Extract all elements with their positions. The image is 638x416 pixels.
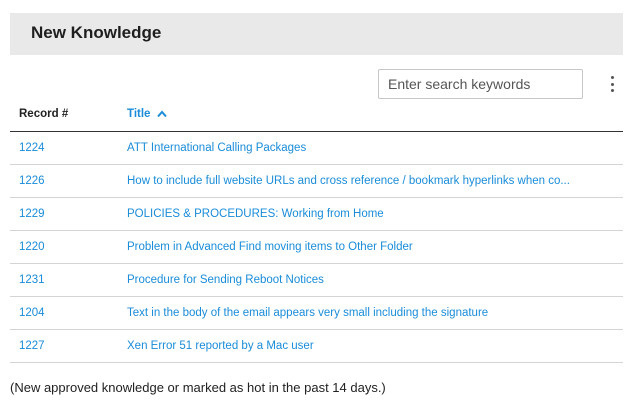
record-number-link[interactable]: 1220 (19, 241, 45, 253)
table-header: Record # Title (10, 102, 623, 132)
record-number-link[interactable]: 1227 (19, 340, 45, 352)
panel-header: New Knowledge (10, 13, 623, 55)
column-header-title[interactable]: Title (127, 108, 168, 120)
table-row[interactable]: 1220 Problem in Advanced Find moving item… (10, 231, 623, 264)
vertical-dots-icon[interactable] (607, 76, 617, 92)
chevron-up-icon (157, 110, 168, 118)
record-number-link[interactable]: 1226 (19, 175, 45, 187)
record-title-link[interactable]: Procedure for Sending Reboot Notices (127, 274, 597, 286)
record-title-link[interactable]: Xen Error 51 reported by a Mac user (127, 340, 597, 352)
page-title: New Knowledge (31, 23, 162, 42)
table-body: 1224 ATT International Calling Packages 12… (10, 132, 623, 363)
table-row[interactable]: 1229 POLICIES & PROCEDURES: Working from … (10, 198, 623, 231)
record-number-link[interactable]: 1229 (19, 208, 45, 220)
record-title-link[interactable]: Text in the body of the email appears ve… (127, 307, 597, 319)
table-row[interactable]: 1204 Text in the body of the email appear… (10, 297, 623, 330)
record-number-link[interactable]: 1231 (19, 274, 45, 286)
record-title-link[interactable]: ATT International Calling Packages (127, 142, 597, 154)
record-number-link[interactable]: 1204 (19, 307, 45, 319)
table-row[interactable]: 1227 Xen Error 51 reported by a Mac user (10, 330, 623, 363)
table-row[interactable]: 1226 How to include full website URLs and… (10, 165, 623, 198)
knowledge-table: Record # Title 1224 ATT International Cal… (10, 102, 623, 363)
table-row[interactable]: 1224 ATT International Calling Packages (10, 132, 623, 165)
record-title-link[interactable]: POLICIES & PROCEDURES: Working from Home (127, 208, 597, 220)
table-row[interactable]: 1231 Procedure for Sending Reboot Notices (10, 264, 623, 297)
column-header-record: Record # (19, 108, 69, 120)
record-title-link[interactable]: How to include full website URLs and cro… (127, 175, 597, 187)
footer-note: (New approved knowledge or marked as hot… (10, 380, 386, 395)
record-number-link[interactable]: 1224 (19, 142, 45, 154)
record-title-link[interactable]: Problem in Advanced Find moving items to… (127, 241, 597, 253)
search-input[interactable] (378, 69, 583, 99)
column-header-title-label: Title (127, 108, 151, 120)
